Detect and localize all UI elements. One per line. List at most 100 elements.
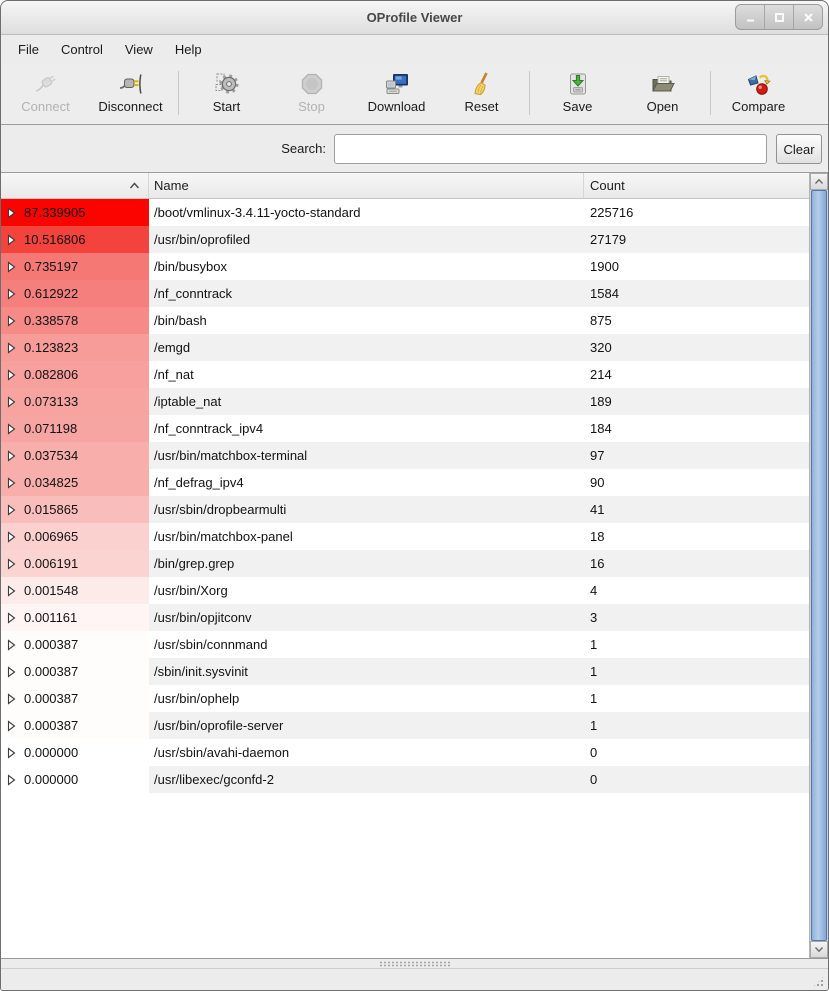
row-expander-icon[interactable] — [7, 261, 16, 273]
table-row[interactable]: 10.516806/usr/bin/oprofiled27179 — [1, 226, 809, 253]
percent-cell: 0.073133 — [1, 388, 149, 415]
column-header-count[interactable]: Count — [584, 173, 809, 198]
table-row[interactable]: 0.034825/nf_defrag_ipv490 — [1, 469, 809, 496]
download-label: Download — [368, 99, 426, 114]
name-cell: /usr/sbin/avahi-daemon — [149, 739, 584, 766]
table-row[interactable]: 0.006191/bin/grep.grep16 — [1, 550, 809, 577]
table-row[interactable]: 0.000387/sbin/init.sysvinit1 — [1, 658, 809, 685]
row-expander-icon[interactable] — [7, 531, 16, 543]
row-expander-icon[interactable] — [7, 639, 16, 651]
clear-button[interactable]: Clear — [776, 134, 822, 164]
count-cell: 18 — [584, 523, 809, 550]
table-row[interactable]: 0.073133/iptable_nat189 — [1, 388, 809, 415]
percent-value: 0.123823 — [24, 340, 78, 355]
row-expander-icon[interactable] — [7, 315, 16, 327]
percent-cell: 0.000387 — [1, 712, 149, 739]
pane-splitter[interactable] — [1, 959, 828, 968]
row-expander-icon[interactable] — [7, 342, 16, 354]
name-cell: /usr/bin/matchbox-panel — [149, 523, 584, 550]
maximize-button[interactable] — [764, 5, 793, 29]
save-button[interactable]: Save — [535, 70, 620, 114]
name-cell: /boot/vmlinux-3.4.11-yocto-standard — [149, 199, 584, 226]
open-button[interactable]: Open — [620, 70, 705, 114]
menu-help[interactable]: Help — [164, 37, 213, 62]
percent-cell: 0.000000 — [1, 766, 149, 793]
table-row[interactable]: 0.000387/usr/bin/oprofile-server1 — [1, 712, 809, 739]
table-row[interactable]: 0.000387/usr/bin/ophelp1 — [1, 685, 809, 712]
percent-value: 0.073133 — [24, 394, 78, 409]
start-button[interactable]: Start — [184, 70, 269, 114]
table-row[interactable]: 0.001548/usr/bin/Xorg4 — [1, 577, 809, 604]
window-title: OProfile Viewer — [1, 1, 828, 34]
count-cell: 27179 — [584, 226, 809, 253]
row-expander-icon[interactable] — [7, 558, 16, 570]
row-expander-icon[interactable] — [7, 774, 16, 786]
row-expander-icon[interactable] — [7, 234, 16, 246]
count-cell: 97 — [584, 442, 809, 469]
save-icon — [565, 70, 591, 97]
row-expander-icon[interactable] — [7, 693, 16, 705]
row-expander-icon[interactable] — [7, 396, 16, 408]
table-row[interactable]: 0.000000/usr/sbin/avahi-daemon0 — [1, 739, 809, 766]
menu-control[interactable]: Control — [50, 37, 114, 62]
row-expander-icon[interactable] — [7, 207, 16, 219]
close-button[interactable] — [793, 5, 822, 29]
table-row[interactable]: 0.006965/usr/bin/matchbox-panel18 — [1, 523, 809, 550]
chevron-down-icon — [814, 946, 824, 953]
scroll-up-button[interactable] — [810, 173, 828, 190]
percent-value: 0.006191 — [24, 556, 78, 571]
column-header-percent[interactable] — [1, 173, 149, 198]
table-row[interactable]: 0.071198/nf_conntrack_ipv4184 — [1, 415, 809, 442]
minimize-button[interactable] — [736, 5, 764, 29]
disconnect-button[interactable]: Disconnect — [88, 70, 173, 114]
percent-cell: 0.000387 — [1, 631, 149, 658]
row-expander-icon[interactable] — [7, 504, 16, 516]
table-row[interactable]: 0.082806/nf_nat214 — [1, 361, 809, 388]
scroll-down-button[interactable] — [810, 941, 828, 958]
table-row[interactable]: 0.000000/usr/libexec/gconfd-20 — [1, 766, 809, 793]
resize-grip-icon[interactable] — [812, 975, 825, 988]
percent-cell: 0.338578 — [1, 307, 149, 334]
row-expander-icon[interactable] — [7, 288, 16, 300]
percent-value: 0.000387 — [24, 637, 78, 652]
percent-value: 0.015865 — [24, 502, 78, 517]
count-cell: 4 — [584, 577, 809, 604]
table-row[interactable]: 0.000387/usr/sbin/connmand1 — [1, 631, 809, 658]
table-row[interactable]: 0.123823/emgd320 — [1, 334, 809, 361]
table-row[interactable]: 0.735197/bin/busybox1900 — [1, 253, 809, 280]
row-expander-icon[interactable] — [7, 747, 16, 759]
row-expander-icon[interactable] — [7, 666, 16, 678]
row-expander-icon[interactable] — [7, 450, 16, 462]
percent-cell: 0.071198 — [1, 415, 149, 442]
connect-label: Connect — [21, 99, 69, 114]
row-expander-icon[interactable] — [7, 585, 16, 597]
compare-button[interactable]: Compare — [716, 70, 801, 114]
titlebar[interactable]: OProfile Viewer — [1, 1, 828, 35]
scrollbar-thumb[interactable] — [811, 190, 827, 941]
download-button[interactable]: Download — [354, 70, 439, 114]
table-row[interactable]: 0.612922/nf_conntrack1584 — [1, 280, 809, 307]
table-row[interactable]: 0.015865/usr/sbin/dropbearmulti41 — [1, 496, 809, 523]
menu-file[interactable]: File — [7, 37, 50, 62]
count-cell: 214 — [584, 361, 809, 388]
table-row[interactable]: 0.338578/bin/bash875 — [1, 307, 809, 334]
row-expander-icon[interactable] — [7, 369, 16, 381]
column-header-name[interactable]: Name — [149, 173, 584, 198]
name-cell: /nf_conntrack — [149, 280, 584, 307]
row-expander-icon[interactable] — [7, 423, 16, 435]
row-expander-icon[interactable] — [7, 477, 16, 489]
search-input[interactable] — [334, 134, 767, 164]
row-expander-icon[interactable] — [7, 612, 16, 624]
disconnect-icon — [118, 70, 144, 97]
percent-value: 0.001548 — [24, 583, 78, 598]
count-cell: 0 — [584, 739, 809, 766]
reset-button[interactable]: Reset — [439, 70, 524, 114]
menu-view[interactable]: View — [114, 37, 164, 62]
table-row[interactable]: 0.037534/usr/bin/matchbox-terminal97 — [1, 442, 809, 469]
percent-cell: 0.612922 — [1, 280, 149, 307]
count-cell: 1 — [584, 712, 809, 739]
table-row[interactable]: 87.339905/boot/vmlinux-3.4.11-yocto-stan… — [1, 199, 809, 226]
vertical-scrollbar[interactable] — [809, 173, 828, 958]
row-expander-icon[interactable] — [7, 720, 16, 732]
table-row[interactable]: 0.001161/usr/bin/opjitconv3 — [1, 604, 809, 631]
